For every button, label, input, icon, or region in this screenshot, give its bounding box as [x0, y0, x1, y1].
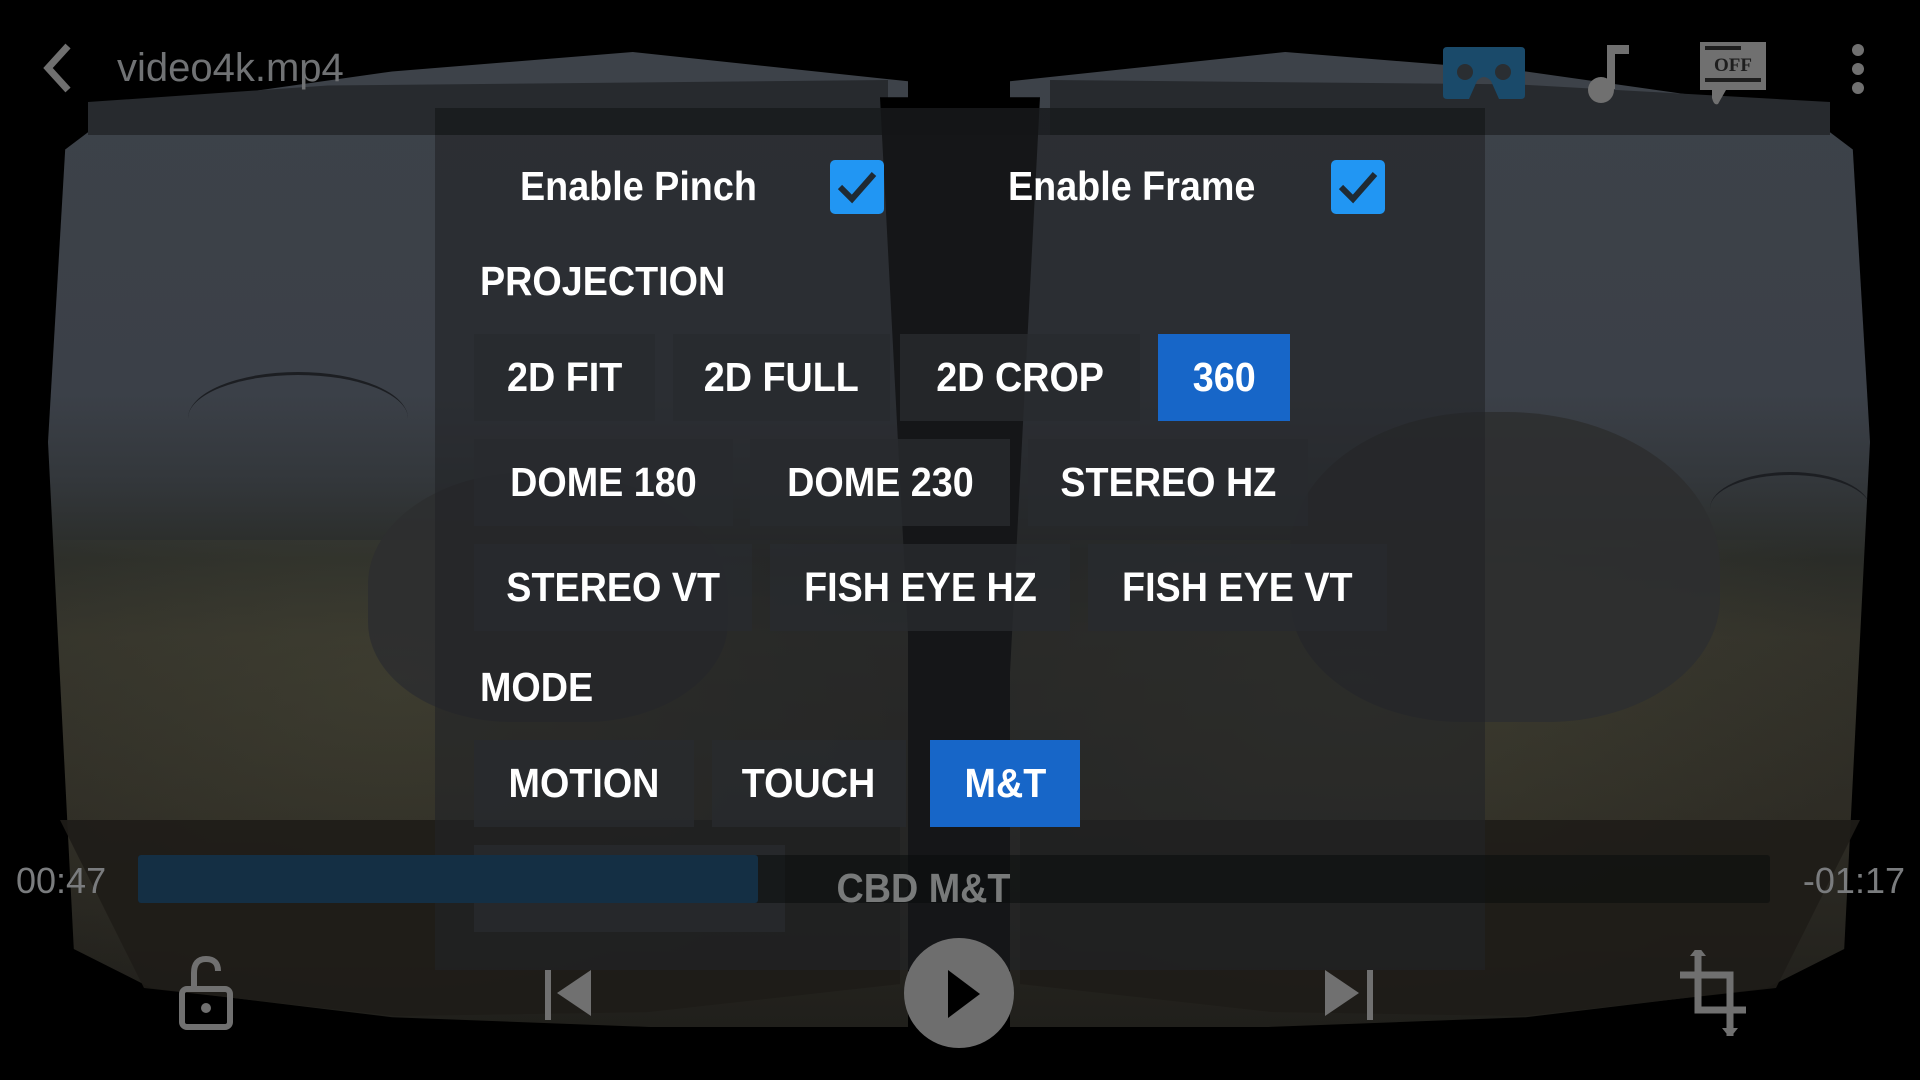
- enable-frame-label: Enable Frame: [1008, 163, 1256, 209]
- projection-stereo-vt[interactable]: STEREO VT: [474, 544, 752, 631]
- play-icon: [904, 938, 1014, 1048]
- enable-pinch-label: Enable Pinch: [520, 163, 757, 209]
- button-label: DOME 180: [510, 459, 697, 505]
- button-label: TOUCH: [742, 760, 876, 806]
- projection-360[interactable]: 360: [1158, 334, 1290, 421]
- lock-open-icon: [179, 955, 233, 1030]
- mode-touch[interactable]: TOUCH: [712, 740, 906, 827]
- mode-motion[interactable]: MOTION: [474, 740, 694, 827]
- vr-cardboard-icon: [1443, 47, 1525, 99]
- skip-next-icon: [1325, 970, 1373, 1020]
- projection-dome-230[interactable]: DOME 230: [750, 439, 1010, 526]
- vr-mode-button[interactable]: [1443, 47, 1525, 99]
- button-label: 2D CROP: [936, 354, 1104, 400]
- music-note-icon: [1588, 45, 1629, 103]
- button-label: 360: [1192, 354, 1256, 400]
- button-label: STEREO VT: [506, 564, 720, 610]
- remaining-time: -01:17: [1802, 860, 1905, 901]
- button-label: DOME 230: [786, 459, 974, 505]
- projection-heading: PROJECTION: [480, 258, 726, 304]
- crop-rotate-icon: [1680, 946, 1746, 1038]
- enable-pinch-checkbox[interactable]: [830, 160, 884, 214]
- button-label: STEREO HZ: [1060, 459, 1276, 505]
- previous-button[interactable]: [545, 970, 595, 1020]
- play-button[interactable]: [904, 938, 1014, 1048]
- subtitle-button[interactable]: OFF: [1700, 42, 1768, 106]
- seek-bar[interactable]: [138, 855, 1770, 903]
- lock-button[interactable]: [178, 955, 234, 1031]
- button-label: 2D FULL: [703, 354, 860, 400]
- next-button[interactable]: [1325, 970, 1375, 1020]
- subtitle-off-icon: OFF: [1700, 42, 1766, 105]
- projection-fish-eye-hz[interactable]: FISH EYE HZ: [770, 544, 1070, 631]
- button-label: M&T: [964, 760, 1046, 806]
- seek-bar-progress: [138, 855, 759, 903]
- projection-2d-full[interactable]: 2D FULL: [673, 334, 890, 421]
- mode-m-and-t[interactable]: M&T: [930, 740, 1080, 827]
- menu-top-band: [435, 108, 1485, 135]
- projection-dome-180[interactable]: DOME 180: [474, 439, 733, 526]
- back-button[interactable]: [36, 42, 80, 94]
- more-vert-icon: [1852, 44, 1864, 94]
- audio-track-button[interactable]: [1584, 45, 1630, 103]
- projection-2d-fit[interactable]: 2D FIT: [474, 334, 655, 421]
- crop-rotate-button[interactable]: [1680, 946, 1756, 1038]
- checkmark-icon: [837, 172, 877, 204]
- projection-stereo-hz[interactable]: STEREO HZ: [1028, 439, 1308, 526]
- enable-frame-checkbox[interactable]: [1331, 160, 1385, 214]
- more-options-button[interactable]: [1846, 42, 1870, 102]
- checkmark-icon: [1338, 172, 1378, 204]
- vr-settings-menu: Enable Pinch Enable Frame PROJECTION 2D …: [435, 108, 1485, 970]
- button-label: FISH EYE VT: [1122, 564, 1353, 610]
- chevron-left-icon: [43, 43, 71, 93]
- elapsed-time: 00:47: [16, 860, 107, 901]
- video-title: video4k.mp4: [117, 46, 344, 90]
- button-label: 2D FIT: [506, 354, 623, 400]
- projection-2d-crop[interactable]: 2D CROP: [900, 334, 1140, 421]
- button-label: FISH EYE HZ: [803, 564, 1037, 610]
- mode-heading: MODE: [480, 664, 594, 710]
- projection-fish-eye-vt[interactable]: FISH EYE VT: [1088, 544, 1387, 631]
- tree-silhouette: [188, 372, 408, 465]
- subtitle-off-label: OFF: [1714, 55, 1752, 76]
- skip-previous-icon: [545, 970, 591, 1020]
- button-label: MOTION: [508, 760, 660, 806]
- tree-silhouette: [1710, 472, 1870, 545]
